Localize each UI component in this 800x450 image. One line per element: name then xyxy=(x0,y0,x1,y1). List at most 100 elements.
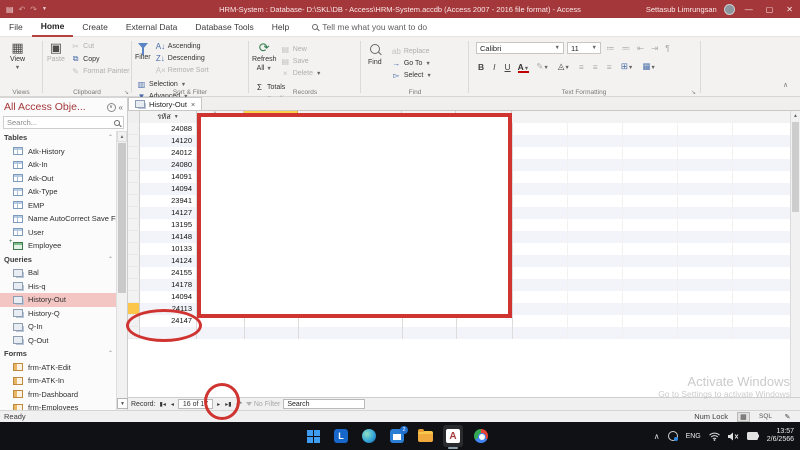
text-formatting-dialog-launcher-icon[interactable]: ↘ xyxy=(691,89,696,96)
close-button[interactable]: ✕ xyxy=(783,5,796,14)
start-button[interactable] xyxy=(303,425,323,447)
restore-button[interactable]: ▢ xyxy=(763,5,777,14)
font-size-combobox[interactable]: 11▼ xyxy=(567,42,601,54)
underline-icon[interactable]: U xyxy=(503,62,513,72)
clipboard-dialog-launcher-icon[interactable]: ↘ xyxy=(124,89,129,96)
tab-database-tools[interactable]: Database Tools xyxy=(186,18,262,37)
scrollbar-thumb[interactable] xyxy=(118,143,126,293)
align-center-icon[interactable]: ≡ xyxy=(591,62,600,72)
paste-button[interactable]: ▣ Paste xyxy=(47,37,65,63)
nav-item-q-in[interactable]: Q-In xyxy=(0,320,117,334)
filter-status[interactable]: No Filter xyxy=(246,401,280,408)
avatar[interactable] xyxy=(724,4,735,15)
design-view-icon[interactable]: ✎ xyxy=(781,412,794,422)
nav-item-atk-in[interactable]: Atk-In xyxy=(0,158,117,172)
format-painter-button[interactable]: ✎Format Painter xyxy=(71,67,129,76)
nav-item-frm-employees[interactable]: frm-Employees xyxy=(0,401,117,410)
tab-history-out[interactable]: History-Out × xyxy=(128,97,202,110)
section-tables[interactable]: Tables⌃ xyxy=(0,131,117,145)
highlight-color-icon[interactable]: ✎▼ xyxy=(534,61,551,72)
align-left-icon[interactable]: ≡ xyxy=(577,62,586,72)
row-selector[interactable] xyxy=(128,171,140,183)
tab-home[interactable]: Home xyxy=(32,18,74,37)
wifi-icon[interactable] xyxy=(709,432,720,441)
record-search-input[interactable]: Search xyxy=(283,399,365,409)
nav-item-atk-history[interactable]: Atk-History xyxy=(0,145,117,159)
alternate-row-color-icon[interactable]: ▦▼ xyxy=(640,61,657,72)
taskbar-chrome[interactable] xyxy=(471,425,491,447)
sync-icon[interactable] xyxy=(668,431,678,441)
tab-help[interactable]: Help xyxy=(263,18,298,37)
new-record-button[interactable]: ▤New xyxy=(281,45,322,54)
redo-icon[interactable]: ↷ xyxy=(30,5,37,14)
save-icon[interactable]: ▤ xyxy=(6,5,14,14)
row-selector[interactable] xyxy=(128,123,140,135)
nav-item-name-autocorrect[interactable]: Name AutoCorrect Save Fa... xyxy=(0,212,117,226)
nav-item-employee[interactable]: Employee xyxy=(0,239,117,253)
new-record-row[interactable] xyxy=(128,327,790,339)
find-button[interactable]: Find xyxy=(368,37,382,66)
numbering-icon[interactable]: ≕ xyxy=(620,43,633,54)
bullets-icon[interactable]: ≔ xyxy=(604,43,617,54)
taskbar-access-active[interactable]: A xyxy=(443,425,463,447)
taskbar-line-app[interactable]: L xyxy=(331,425,351,447)
section-queries[interactable]: Queries⌃ xyxy=(0,253,117,267)
tab-file[interactable]: File xyxy=(0,18,32,37)
nav-item-atk-type[interactable]: Atk-Type xyxy=(0,185,117,199)
tray-expand-icon[interactable]: ∧ xyxy=(654,432,660,441)
replace-button[interactable]: abReplace xyxy=(392,47,432,56)
view-button[interactable]: ▦ View▼ xyxy=(10,37,25,71)
row-selector[interactable] xyxy=(128,291,140,303)
background-color-icon[interactable]: ◬▼ xyxy=(556,61,572,72)
language-indicator[interactable]: ENG xyxy=(686,433,701,440)
datasheet-view-icon[interactable]: ▦ xyxy=(737,412,750,422)
scroll-up-icon[interactable]: ▲ xyxy=(117,131,127,142)
font-color-icon[interactable]: A▼ xyxy=(518,62,530,72)
taskbar-store[interactable]: 2 xyxy=(387,425,407,447)
taskbar-clock[interactable]: 13:57 2/6/2566 xyxy=(767,428,794,444)
filter-button[interactable]: Filter xyxy=(135,37,151,61)
scroll-up-icon[interactable]: ▲ xyxy=(791,111,800,121)
nav-item-frm-dashboard[interactable]: frm-Dashboard xyxy=(0,388,117,402)
nav-item-q-out[interactable]: Q-Out xyxy=(0,334,117,348)
qat-customize-icon[interactable]: ▼ xyxy=(42,6,47,12)
nav-item-history-q[interactable]: History-Q xyxy=(0,307,117,321)
row-selector[interactable] xyxy=(128,147,140,159)
gridlines-icon[interactable]: ⊞▼ xyxy=(619,61,636,72)
nav-item-user[interactable]: User xyxy=(0,226,117,240)
save-record-button[interactable]: ▤Save xyxy=(281,57,322,66)
cut-button[interactable]: ✂Cut xyxy=(71,42,129,51)
bold-icon[interactable]: B xyxy=(476,62,486,72)
remove-sort-button[interactable]: A×Remove Sort xyxy=(156,66,209,75)
close-tab-icon[interactable]: × xyxy=(191,100,195,109)
section-forms[interactable]: Forms⌃ xyxy=(0,347,117,361)
nav-search-input[interactable]: Search... xyxy=(3,116,124,129)
row-selector[interactable] xyxy=(128,231,140,243)
nav-pane-menu-icon[interactable]: ∨ xyxy=(107,103,116,112)
datasheet-vertical-scrollbar[interactable]: ▲ xyxy=(790,111,800,397)
collapse-ribbon-icon[interactable]: ∧ xyxy=(783,81,788,89)
scrollbar-thumb[interactable] xyxy=(792,122,799,212)
first-record-icon[interactable]: ▮◂ xyxy=(159,401,167,408)
descending-button[interactable]: Z↓Descending xyxy=(156,54,209,63)
row-selector[interactable] xyxy=(128,135,140,147)
tab-create[interactable]: Create xyxy=(73,18,117,37)
tell-me-box[interactable]: Tell me what you want to do xyxy=(312,22,427,32)
undo-icon[interactable]: ↶ xyxy=(19,5,26,14)
row-selector[interactable] xyxy=(128,243,140,255)
ascending-button[interactable]: A↓Ascending xyxy=(156,42,209,51)
text-direction-icon[interactable]: ¶ xyxy=(663,43,672,53)
nav-item-emp[interactable]: EMP xyxy=(0,199,117,213)
column-header-id[interactable]: รหัส▼ xyxy=(140,111,197,123)
column-dropdown-icon[interactable]: ▼ xyxy=(174,114,179,120)
refresh-all-button[interactable]: ⟳ Refresh All ▼ xyxy=(252,37,277,72)
font-name-combobox[interactable]: Calibri▼ xyxy=(476,42,564,54)
row-selector[interactable] xyxy=(128,279,140,291)
row-selector[interactable] xyxy=(128,195,140,207)
previous-record-icon[interactable]: ◂ xyxy=(170,401,175,408)
scroll-down-icon[interactable]: ▼ xyxy=(117,398,128,409)
select-button[interactable]: ▻Select▼ xyxy=(392,71,432,80)
nav-item-frm-atk-edit[interactable]: frm-ATK-Edit xyxy=(0,361,117,375)
decrease-indent-icon[interactable]: ⇤ xyxy=(635,43,646,54)
nav-item-history-out[interactable]: History-Out xyxy=(0,293,117,307)
